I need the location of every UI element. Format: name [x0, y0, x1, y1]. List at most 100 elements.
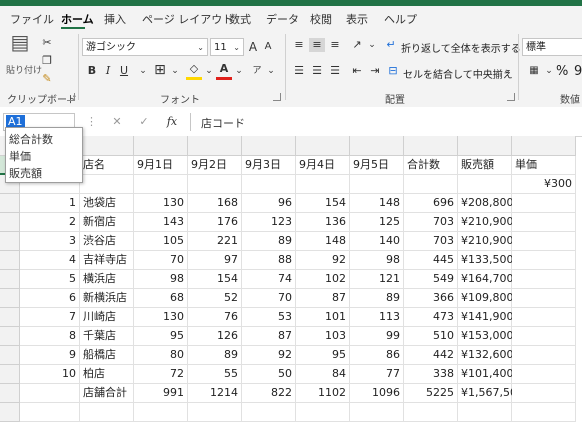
cell-i12[interactable]: ¥101,400 — [458, 365, 514, 384]
chevron-down-icon[interactable]: ⌄ — [170, 64, 180, 78]
column-header-f[interactable] — [296, 136, 350, 156]
tab-review[interactable]: 校閲 — [310, 11, 332, 27]
cell-g2[interactable] — [350, 175, 404, 194]
cell-e14[interactable] — [242, 403, 296, 422]
alignment-launcher-icon[interactable] — [507, 93, 515, 101]
align-right-icon[interactable]: ☰ — [327, 64, 343, 78]
border-icon[interactable]: ⊞ — [152, 63, 168, 77]
cell-h2[interactable] — [404, 175, 458, 194]
cell-d6[interactable]: 97 — [188, 251, 242, 270]
phonetic-icon[interactable]: ア — [250, 64, 264, 78]
cell-e1[interactable]: 9月3日 — [242, 156, 296, 175]
cell-g10[interactable]: 99 — [350, 327, 404, 346]
cell-h1[interactable]: 合計数 — [404, 156, 458, 175]
cell-f5[interactable]: 148 — [296, 232, 350, 251]
align-middle-icon[interactable]: ≡ — [309, 38, 325, 52]
tab-formulas[interactable]: 数式 — [229, 11, 251, 27]
cell-b10[interactable]: 千葉店 — [80, 327, 134, 346]
cell-e10[interactable]: 87 — [242, 327, 296, 346]
format-painter-icon[interactable]: ✎ — [40, 72, 54, 86]
decrease-indent-icon[interactable]: ⇤ — [349, 64, 365, 78]
cell-c14[interactable] — [134, 403, 188, 422]
cell-d7[interactable]: 154 — [188, 270, 242, 289]
cell-e3[interactable]: 96 — [242, 194, 296, 213]
cell-i5[interactable]: ¥210,900 — [458, 232, 514, 251]
comma-button[interactable]: 9 — [574, 64, 582, 79]
cell-j1[interactable]: 単価 — [512, 156, 576, 175]
cell-e8[interactable]: 70 — [242, 289, 296, 308]
autocomplete-item[interactable]: 総合計数 — [9, 131, 53, 147]
cell-b8[interactable]: 新横浜店 — [80, 289, 134, 308]
tab-help[interactable]: ヘルプ — [384, 11, 417, 27]
cell-f14[interactable] — [296, 403, 350, 422]
align-left-icon[interactable]: ☰ — [291, 64, 307, 78]
cell-f4[interactable]: 136 — [296, 213, 350, 232]
clipboard-launcher-icon[interactable] — [67, 93, 75, 101]
tab-page-layout[interactable]: ページ レイアウト — [142, 11, 233, 27]
tab-data[interactable]: データ — [266, 11, 299, 27]
cell-b11[interactable]: 船橋店 — [80, 346, 134, 365]
column-header-d[interactable] — [188, 136, 242, 156]
merge-center-button[interactable]: セルを結合して中央揃え — [403, 66, 513, 81]
cell-i8[interactable]: ¥109,800 — [458, 289, 514, 308]
chevron-down-icon[interactable]: ⌄ — [204, 64, 214, 78]
cell-b1[interactable]: 店名 — [80, 156, 134, 175]
align-top-icon[interactable]: ≡ — [291, 38, 307, 52]
cell-j14[interactable] — [512, 403, 576, 422]
cell-i7[interactable]: ¥164,700 — [458, 270, 514, 289]
cell-j11[interactable] — [512, 346, 576, 365]
chevron-down-icon[interactable]: ⌄ — [502, 64, 512, 78]
chevron-down-icon[interactable]: ⌄ — [136, 64, 150, 78]
cell-j4[interactable] — [512, 213, 576, 232]
cell-c5[interactable]: 105 — [134, 232, 188, 251]
cell-a6[interactable]: 4 — [20, 251, 80, 270]
cell-b12[interactable]: 柏店 — [80, 365, 134, 384]
italic-icon[interactable]: I — [102, 64, 114, 78]
cell-j9[interactable] — [512, 308, 576, 327]
cell-f6[interactable]: 92 — [296, 251, 350, 270]
cell-g14[interactable] — [350, 403, 404, 422]
cell-c12[interactable]: 72 — [134, 365, 188, 384]
cell-c4[interactable]: 143 — [134, 213, 188, 232]
cell-a4[interactable]: 2 — [20, 213, 80, 232]
row-header-4[interactable] — [0, 213, 20, 232]
column-header-j[interactable] — [512, 136, 576, 156]
tab-file[interactable]: ファイル — [10, 11, 54, 27]
cell-h13[interactable]: 5225 — [404, 384, 458, 403]
cell-i14[interactable] — [458, 403, 512, 422]
cell-e5[interactable]: 89 — [242, 232, 296, 251]
cell-b7[interactable]: 横浜店 — [80, 270, 134, 289]
row-header-8[interactable] — [0, 289, 20, 308]
cell-d10[interactable]: 126 — [188, 327, 242, 346]
row-header-10[interactable] — [0, 327, 20, 346]
cell-f3[interactable]: 154 — [296, 194, 350, 213]
cell-j2[interactable]: ¥300 — [512, 175, 576, 194]
cell-a11[interactable]: 9 — [20, 346, 80, 365]
cell-d8[interactable]: 52 — [188, 289, 242, 308]
insert-function-icon[interactable]: fx — [164, 115, 180, 129]
row-header-3[interactable] — [0, 194, 20, 213]
row-header-14[interactable] — [0, 403, 20, 422]
cell-f2[interactable] — [296, 175, 350, 194]
increase-font-icon[interactable]: A — [246, 40, 260, 54]
column-header-h[interactable] — [404, 136, 458, 156]
cell-h9[interactable]: 473 — [404, 308, 458, 327]
cell-d12[interactable]: 55 — [188, 365, 242, 384]
chevron-down-icon[interactable]: ⌄ — [266, 64, 276, 78]
row-header-11[interactable] — [0, 346, 20, 365]
cell-g11[interactable]: 86 — [350, 346, 404, 365]
cell-j12[interactable] — [512, 365, 576, 384]
cut-icon[interactable]: ✂ — [40, 36, 54, 50]
cell-i3[interactable]: ¥208,800 — [458, 194, 514, 213]
cell-a9[interactable]: 7 — [20, 308, 80, 327]
cell-a5[interactable]: 3 — [20, 232, 80, 251]
cell-e13[interactable]: 822 — [242, 384, 296, 403]
cell-f10[interactable]: 103 — [296, 327, 350, 346]
cell-c7[interactable]: 98 — [134, 270, 188, 289]
copy-icon[interactable]: ❐ — [40, 54, 54, 68]
cell-f13[interactable]: 1102 — [296, 384, 350, 403]
cell-d5[interactable]: 221 — [188, 232, 242, 251]
cell-j3[interactable] — [512, 194, 576, 213]
formula-input[interactable]: 店コード — [190, 113, 582, 131]
cell-d14[interactable] — [188, 403, 242, 422]
